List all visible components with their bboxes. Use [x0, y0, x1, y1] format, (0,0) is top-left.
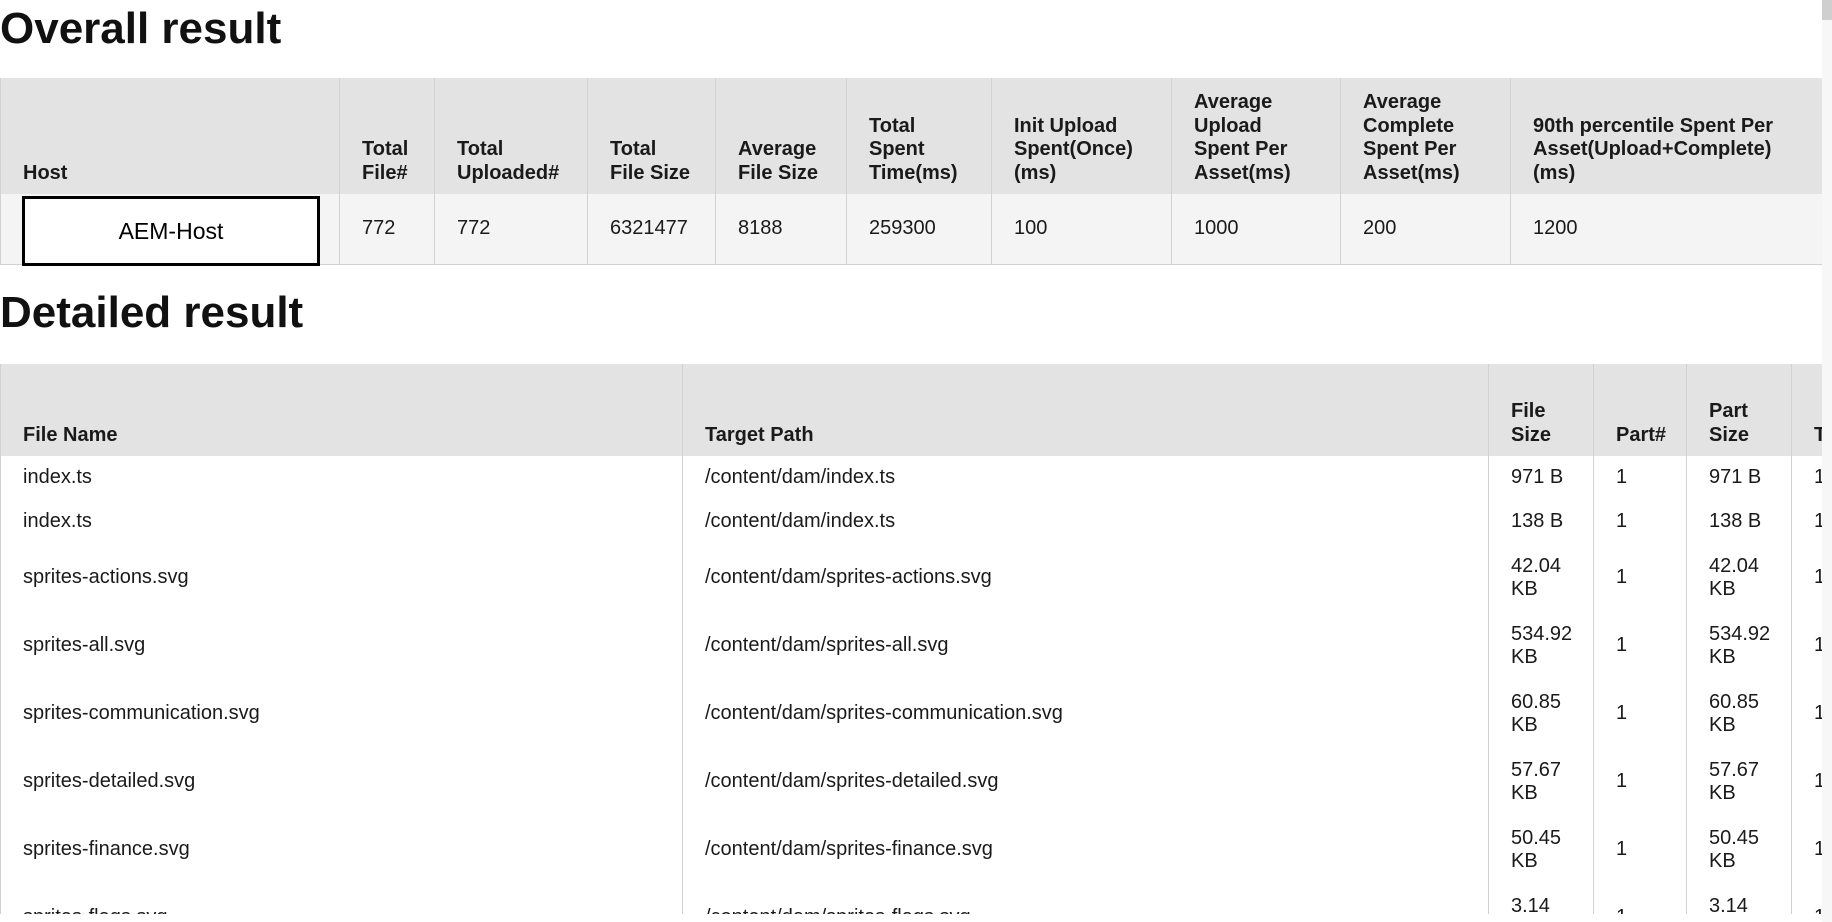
table-row: sprites-actions.svg /content/dam/sprites…: [0, 544, 1824, 612]
header-total-uploaded: Total Uploaded#: [434, 78, 588, 194]
t-cell: 1: [1791, 816, 1824, 884]
target-path-cell: /content/dam/sprites-all.svg: [682, 612, 1489, 680]
overall-header-row: Host Total File# Total Uploaded# Total F…: [0, 78, 1826, 194]
t-cell: 1: [1791, 544, 1824, 612]
t-cell: 1: [1791, 612, 1824, 680]
vertical-scrollbar[interactable]: [1822, 0, 1832, 922]
file-size-cell: 534.92 KB: [1488, 612, 1594, 680]
p90-spent-cell: 1200: [1510, 194, 1826, 265]
header-p90-spent: 90th percentile Spent Per Asset(Upload+C…: [1510, 78, 1826, 194]
file-name-cell: index.ts: [0, 456, 683, 500]
header-init-upload-spent: Init Upload Spent(Once) (ms): [991, 78, 1172, 194]
target-path-cell: /content/dam/sprites-flags.svg: [682, 884, 1489, 914]
part-count-cell: 1: [1593, 884, 1687, 914]
table-row: sprites-detailed.svg /content/dam/sprite…: [0, 748, 1824, 816]
table-row: sprites-flags.svg /content/dam/sprites-f…: [0, 884, 1824, 914]
header-part-count: Part#: [1593, 364, 1687, 456]
file-name-cell: index.ts: [0, 500, 683, 544]
part-count-cell: 1: [1593, 456, 1687, 500]
table-row: sprites-finance.svg /content/dam/sprites…: [0, 816, 1824, 884]
target-path-cell: /content/dam/sprites-actions.svg: [682, 544, 1489, 612]
part-count-cell: 1: [1593, 500, 1687, 544]
file-name-cell: sprites-detailed.svg: [0, 748, 683, 816]
target-path-cell: /content/dam/sprites-detailed.svg: [682, 748, 1489, 816]
t-cell: 1: [1791, 680, 1824, 748]
target-path-cell: /content/dam/index.ts: [682, 500, 1489, 544]
init-upload-spent-cell: 100: [991, 194, 1172, 265]
report-page: Overall result Host Total File# Total Up…: [0, 0, 1832, 922]
avg-complete-spent-cell: 200: [1340, 194, 1511, 265]
table-row: sprites-communication.svg /content/dam/s…: [0, 680, 1824, 748]
target-path-cell: /content/dam/sprites-finance.svg: [682, 816, 1489, 884]
file-name-cell: sprites-finance.svg: [0, 816, 683, 884]
table-row: index.ts /content/dam/index.ts 138 B 1 1…: [0, 500, 1824, 544]
file-size-cell: 3.14 KB: [1488, 884, 1594, 914]
file-name-cell: sprites-actions.svg: [0, 544, 683, 612]
detailed-header-row: File Name Target Path File Size Part# Pa…: [0, 364, 1824, 456]
part-count-cell: 1: [1593, 816, 1687, 884]
scrollbar-thumb[interactable]: [1822, 0, 1832, 20]
header-part-size: Part Size: [1686, 364, 1792, 456]
file-size-cell: 57.67 KB: [1488, 748, 1594, 816]
part-size-cell: 57.67 KB: [1686, 748, 1792, 816]
t-cell: 1: [1791, 500, 1824, 544]
header-average-file-size: Average File Size: [715, 78, 847, 194]
detailed-result-viewport[interactable]: File Name Target Path File Size Part# Pa…: [0, 364, 1824, 914]
target-path-cell: /content/dam/sprites-communication.svg: [682, 680, 1489, 748]
part-size-cell: 3.14 KB: [1686, 884, 1792, 914]
header-file-name: File Name: [0, 364, 683, 456]
part-count-cell: 1: [1593, 748, 1687, 816]
overall-result-table: Host Total File# Total Uploaded# Total F…: [0, 78, 1826, 266]
part-size-cell: 971 B: [1686, 456, 1792, 500]
average-file-size-cell: 8188: [715, 194, 847, 265]
part-size-cell: 42.04 KB: [1686, 544, 1792, 612]
t-cell: 1: [1791, 748, 1824, 816]
table-row: sprites-all.svg /content/dam/sprites-all…: [0, 612, 1824, 680]
part-size-cell: 138 B: [1686, 500, 1792, 544]
avg-upload-spent-cell: 1000: [1171, 194, 1341, 265]
part-count-cell: 1: [1593, 612, 1687, 680]
part-size-cell: 60.85 KB: [1686, 680, 1792, 748]
header-host: Host: [0, 78, 340, 194]
file-size-cell: 42.04 KB: [1488, 544, 1594, 612]
total-uploaded-cell: 772: [434, 194, 588, 265]
overall-result-heading: Overall result: [0, 4, 282, 53]
total-file-size-cell: 6321477: [587, 194, 716, 265]
part-size-cell: 50.45 KB: [1686, 816, 1792, 884]
target-path-cell: /content/dam/index.ts: [682, 456, 1489, 500]
table-row: index.ts /content/dam/index.ts 971 B 1 9…: [0, 456, 1824, 500]
header-file-size: File Size: [1488, 364, 1594, 456]
header-t-s: T S: [1791, 364, 1824, 456]
part-size-cell: 534.92 KB: [1686, 612, 1792, 680]
file-size-cell: 50.45 KB: [1488, 816, 1594, 884]
total-files-cell: 772: [339, 194, 435, 265]
t-cell: 1: [1791, 456, 1824, 500]
header-total-spent-time: Total Spent Time(ms): [846, 78, 992, 194]
total-spent-time-cell: 259300: [846, 194, 992, 265]
header-avg-upload-spent: Average Upload Spent Per Asset(ms): [1171, 78, 1341, 194]
file-name-cell: sprites-communication.svg: [0, 680, 683, 748]
header-total-file-size: Total File Size: [587, 78, 716, 194]
overall-data-row: AEM-Host 772 772 6321477 8188 259300 100…: [0, 194, 1826, 266]
file-size-cell: 60.85 KB: [1488, 680, 1594, 748]
part-count-cell: 1: [1593, 680, 1687, 748]
header-avg-complete-spent: Average Complete Spent Per Asset(ms): [1340, 78, 1511, 194]
detailed-result-table: File Name Target Path File Size Part# Pa…: [0, 364, 1824, 914]
host-name-box: AEM-Host: [22, 196, 320, 266]
file-size-cell: 138 B: [1488, 500, 1594, 544]
t-cell: 1: [1791, 884, 1824, 914]
host-cell: AEM-Host: [0, 194, 340, 266]
header-target-path: Target Path: [682, 364, 1489, 456]
header-total-files: Total File#: [339, 78, 435, 194]
detailed-result-heading: Detailed result: [0, 288, 304, 337]
file-name-cell: sprites-all.svg: [0, 612, 683, 680]
file-size-cell: 971 B: [1488, 456, 1594, 500]
file-name-cell: sprites-flags.svg: [0, 884, 683, 914]
part-count-cell: 1: [1593, 544, 1687, 612]
